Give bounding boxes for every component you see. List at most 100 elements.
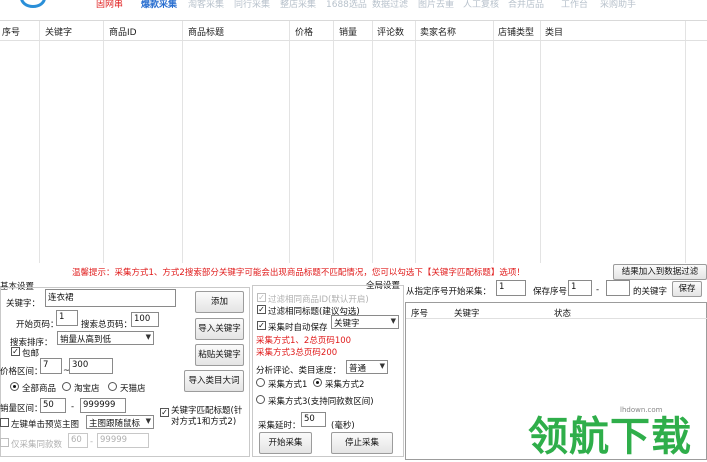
nav-item-0[interactable]: 固网串 [96, 0, 123, 10]
start-page-label: 开始页码： [16, 320, 59, 330]
nav-item-workbench[interactable]: 工作台 [561, 0, 588, 10]
match-title-checkbox[interactable]: ✓ [160, 408, 169, 417]
col-header-category[interactable]: 类目 [545, 25, 563, 38]
radio-taobao-label: 淘宝店 [74, 384, 100, 394]
sort-select[interactable]: 销量从高到低 ▼ [57, 331, 154, 345]
nav-item-shop[interactable]: 整店采集 [280, 0, 316, 10]
nav-item-1688[interactable]: 1688选品 [326, 0, 367, 10]
radio-all-items[interactable] [10, 382, 19, 391]
col-header-comments[interactable]: 评论数 [377, 25, 404, 38]
nav-item-filter[interactable]: 数据过滤 [372, 0, 408, 10]
top-nav: 固网串 爆款采集 淘客采集 同行采集 整店采集 1688选品 数据过滤 图片去重… [0, 0, 707, 14]
keyword-list-header: 序号 关键字 状态 [406, 303, 707, 319]
total-pages-label: 搜索总页码： [81, 320, 133, 330]
table-header: 序号 关键字 商品ID 商品标题 价格 销量 评论数 卖家名称 店铺类型 类目 [0, 21, 707, 41]
add-to-filter-button[interactable]: 结果加入到数据过滤 [613, 264, 707, 280]
keyword-suffix-label: 的关键字 [633, 287, 668, 297]
method3-note: 采集方式3总页码200 [256, 348, 338, 358]
follow-mode-select[interactable]: 主图跟随鼠标 ▼ [86, 415, 154, 429]
freeship-label: 包邮 [22, 349, 40, 359]
filter-id-label: 过滤相同商品ID(默认开启) [268, 295, 369, 305]
sales-label: 销量区间： [0, 404, 43, 414]
watermark-text: 领航下载 [528, 414, 692, 460]
nav-item-review[interactable]: 人工复核 [463, 0, 499, 10]
speed-select[interactable]: 普通 ▼ [346, 360, 388, 374]
nav-item-helper[interactable]: 采购助手 [600, 0, 636, 10]
sales-max-input[interactable]: 999999 [80, 398, 126, 413]
save-from-input[interactable]: 1 [568, 280, 592, 296]
paste-keyword-button[interactable]: 粘贴关键字 [195, 344, 244, 366]
nav-item-merge[interactable]: 合并店品 [508, 0, 544, 10]
kw-col-status[interactable]: 状态 [554, 307, 571, 319]
stop-collect-button[interactable]: 停止采集 [331, 432, 393, 454]
save-separator: - [596, 285, 600, 295]
radio-taobao[interactable] [62, 382, 71, 391]
sort-select-value: 销量从高到低 [60, 335, 112, 345]
save-field-select[interactable]: 关键字 ▼ [331, 315, 399, 329]
same-max-input[interactable]: 99999 [97, 433, 149, 448]
nav-item-peer[interactable]: 同行采集 [234, 0, 270, 10]
sales-min-input[interactable]: 50 [40, 398, 66, 413]
col-header-title[interactable]: 商品标题 [188, 25, 224, 38]
filter-title-checkbox[interactable]: ✓ [257, 305, 266, 314]
leftclick-preview-label: 左键单击预览主图 [11, 420, 80, 430]
radio-tmall-label: 天猫店 [120, 384, 146, 394]
price-max-input[interactable]: 300 [69, 358, 113, 374]
auto-save-label: 采集时自动保存 [268, 323, 328, 333]
import-category-button[interactable]: 导入类目大词 [184, 370, 244, 392]
leftclick-preview-checkbox[interactable] [0, 418, 9, 427]
method2-label: 采集方式2 [325, 380, 365, 390]
chevron-down-icon: ▼ [145, 333, 151, 341]
filter-id-checkbox[interactable]: ✓ [257, 293, 266, 302]
same-count-checkbox[interactable] [0, 438, 9, 447]
radio-method1[interactable] [256, 378, 265, 387]
nav-item-dedupe[interactable]: 图片去重 [418, 0, 454, 10]
same-count-label: 仅采集同款数 [11, 440, 63, 450]
save-field-value: 关键字 [334, 319, 360, 329]
delay-input[interactable]: 50 [301, 412, 326, 427]
save-to-input[interactable] [606, 280, 630, 296]
delay-label: 采集延时： [258, 421, 301, 431]
auto-save-checkbox[interactable]: ✓ [257, 321, 266, 330]
col-header-shop-type[interactable]: 店铺类型 [498, 25, 534, 38]
watermark-url: lhdown.com [620, 406, 663, 414]
radio-tmall[interactable] [108, 382, 117, 391]
results-table[interactable]: 序号 关键字 商品ID 商品标题 价格 销量 评论数 卖家名称 店铺类型 类目 [0, 20, 707, 263]
col-header-index[interactable]: 序号 [2, 25, 20, 38]
kw-col-index[interactable]: 序号 [411, 307, 428, 319]
total-pages-input[interactable]: 100 [131, 312, 159, 327]
same-separator: - [90, 437, 94, 447]
freeship-checkbox[interactable]: ✓ [11, 347, 20, 356]
keyword-input[interactable]: 连衣裙 [45, 289, 176, 307]
nav-item-hot[interactable]: 爆款采集 [141, 0, 177, 10]
chevron-down-icon: ▼ [145, 417, 151, 425]
col-header-sales[interactable]: 销量 [339, 25, 357, 38]
nav-item-taoke[interactable]: 淘客采集 [188, 0, 224, 10]
import-keyword-button[interactable]: 导入关键字 [195, 318, 244, 340]
price-min-input[interactable]: 7 [40, 358, 62, 374]
match-title-label: 关键字匹配标题(针对方式1和方式2) [171, 406, 243, 427]
method1-label: 采集方式1 [268, 380, 308, 390]
price-label: 价格区间： [0, 367, 43, 377]
start-collect-button[interactable]: 开始采集 [259, 432, 312, 454]
sales-separator: - [71, 402, 75, 412]
follow-mode-value: 主图跟随鼠标 [89, 419, 141, 429]
add-keyword-button[interactable]: 添加 [195, 291, 244, 313]
speed-label: 分析评论、类目速度： [256, 366, 342, 376]
kw-col-keyword[interactable]: 关键字 [454, 307, 480, 319]
col-header-seller[interactable]: 卖家名称 [420, 25, 456, 38]
radio-method2[interactable] [313, 378, 322, 387]
from-seq-input[interactable]: 1 [496, 280, 526, 296]
start-page-input[interactable]: 1 [56, 310, 78, 326]
col-header-price[interactable]: 价格 [295, 25, 313, 38]
tip-text: 温馨提示：采集方式1、方式2搜索部分关键字可能会出现商品标题不匹配情况，您可以勾… [72, 268, 525, 278]
chevron-down-icon: ▼ [390, 317, 396, 325]
radio-method3[interactable] [256, 395, 265, 404]
method3-label: 采集方式3(支持同款数区间) [268, 397, 374, 407]
chevron-down-icon: ▼ [379, 362, 385, 370]
col-header-keyword[interactable]: 关键字 [45, 25, 72, 38]
same-min-input[interactable]: 60 [68, 433, 88, 448]
keyword-label: 关键字： [6, 299, 41, 309]
save-seq-button[interactable]: 保存 [672, 281, 702, 297]
col-header-item-id[interactable]: 商品ID [109, 25, 137, 38]
